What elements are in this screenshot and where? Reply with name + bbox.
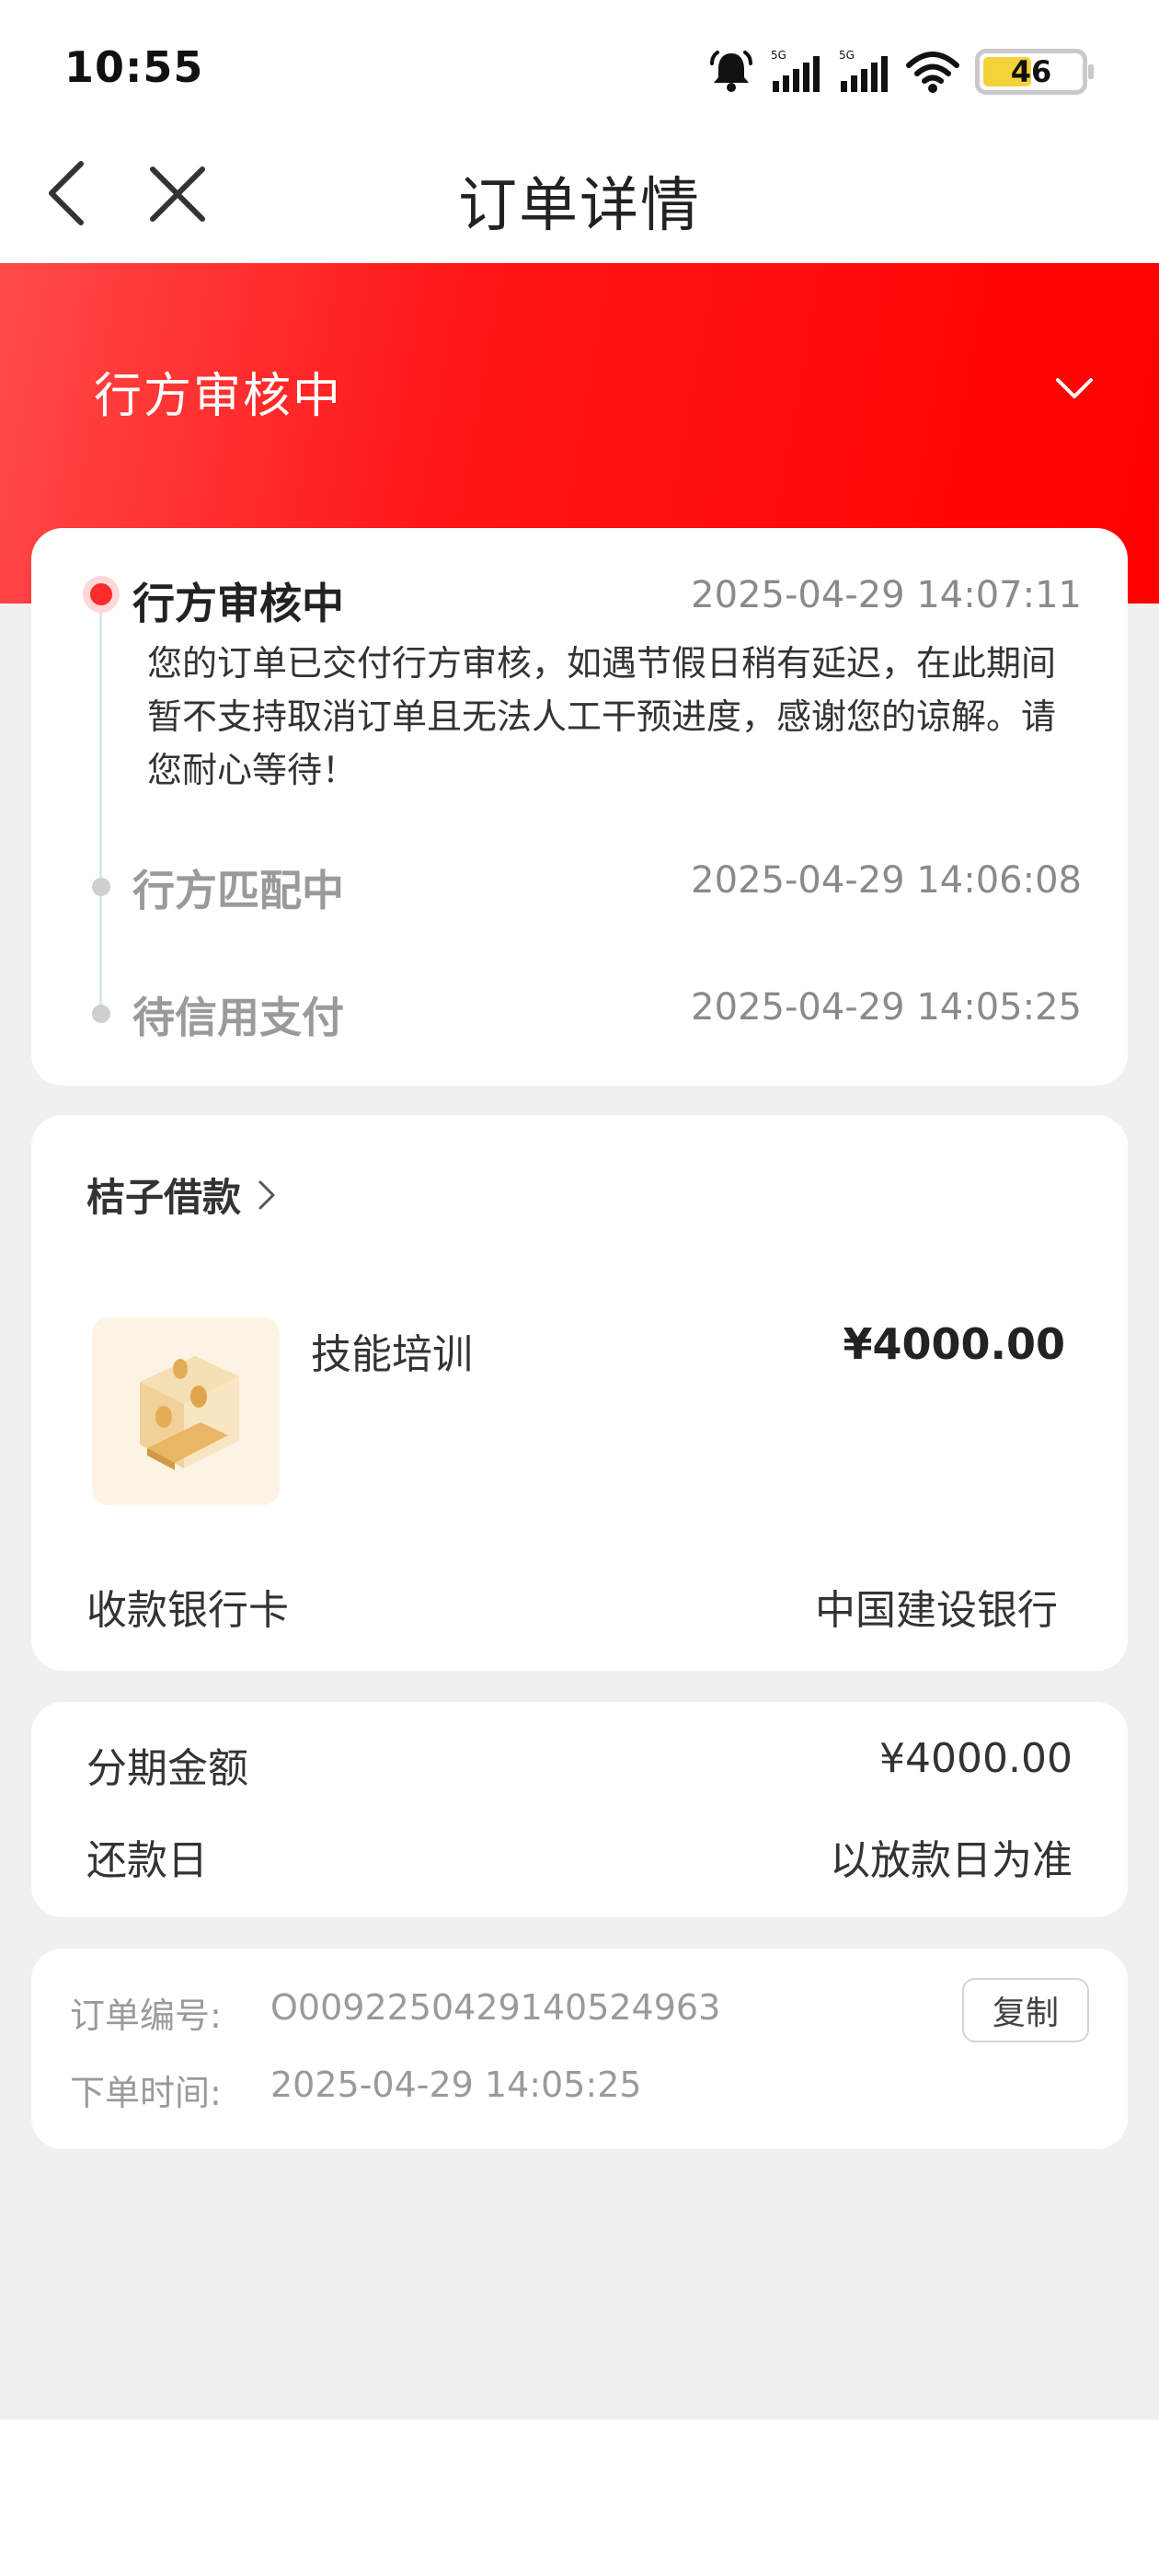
repayment-day-value: 以放款日为准 <box>830 1837 1073 1884</box>
product-name: 技能培训 <box>311 1331 473 1378</box>
timeline-dot <box>92 1005 110 1023</box>
order-time-label: 下单时间: <box>70 2073 222 2113</box>
product-card: 桔子借款 技能培训 ¥4000.00 收款银行卡 中国建设银行 <box>31 1115 1128 1671</box>
page-title: 订单详情 <box>458 172 701 240</box>
wifi-icon <box>906 52 959 93</box>
timeline-step-description: 您的订单已交付行方审核，如遇节假日稍有延迟，在此期间暂不支持取消订单且无法人工干… <box>147 643 1057 790</box>
signal-icon: 5G <box>771 49 820 92</box>
signal-label: 5G <box>771 49 786 62</box>
bank-card-value: 中国建设银行 <box>815 1587 1058 1634</box>
order-detail-page: 10:55 5G 5G 46 订单详情 行方审核中 行方审核中 2025-04-… <box>0 0 1159 2576</box>
timeline-step-title: 行方匹配中 <box>132 866 344 915</box>
merchant-name: 桔子借款 <box>86 1175 242 1220</box>
installment-card: 分期金额 ¥4000.00 还款日 以放款日为准 <box>31 1702 1128 1917</box>
bell-icon <box>710 51 752 92</box>
coin-box-icon <box>140 1356 239 1470</box>
battery-icon: 46 <box>975 49 1094 95</box>
bank-card-label: 收款银行卡 <box>86 1587 289 1634</box>
status-time: 10:55 <box>64 42 204 92</box>
timeline-dot-active <box>83 576 120 613</box>
timeline-line <box>99 613 102 1018</box>
timeline-step-time: 2025-04-29 14:05:25 <box>691 986 1082 1029</box>
timeline-step-title: 行方审核中 <box>132 579 344 628</box>
timeline-step-time: 2025-04-29 14:06:08 <box>691 859 1082 902</box>
battery-tip <box>1088 64 1094 79</box>
status-bar: 10:55 5G 5G 46 <box>0 0 1159 138</box>
timeline-step-title: 待信用支付 <box>132 993 344 1042</box>
banner-status-title: 行方审核中 <box>94 369 343 424</box>
installment-amount-label: 分期金额 <box>86 1745 248 1792</box>
battery-percent: 46 <box>1010 54 1052 89</box>
merchant-link[interactable]: 桔子借款 <box>86 1167 276 1223</box>
installment-amount-value: ¥4000.00 <box>879 1735 1073 1782</box>
order-number-value: O0092250429140524963 <box>270 1987 721 2028</box>
product-price: ¥4000.00 <box>843 1319 1065 1369</box>
signal-label: 5G <box>839 49 855 62</box>
progress-timeline-card: 行方审核中 2025-04-29 14:07:11 您的订单已交付行方审核，如遇… <box>31 528 1128 1086</box>
chevron-right-icon <box>258 1180 275 1209</box>
repayment-day-label: 还款日 <box>86 1837 208 1884</box>
order-number-label: 订单编号: <box>70 1995 222 2036</box>
status-icons: 5G 5G 46 <box>708 46 1094 98</box>
copy-button[interactable]: 复制 <box>962 1978 1089 2042</box>
nav-bar: 订单详情 <box>0 138 1159 263</box>
timeline-dot <box>92 878 110 896</box>
order-info-card: 订单编号: O0092250429140524963 复制 下单时间: 2025… <box>31 1949 1128 2149</box>
chevron-down-icon[interactable] <box>1054 375 1095 401</box>
timeline-step-time: 2025-04-29 14:07:11 <box>691 574 1082 616</box>
order-time-value: 2025-04-29 14:05:25 <box>270 2064 642 2105</box>
signal-icon: 5G <box>839 49 888 92</box>
product-thumbnail <box>92 1317 280 1505</box>
